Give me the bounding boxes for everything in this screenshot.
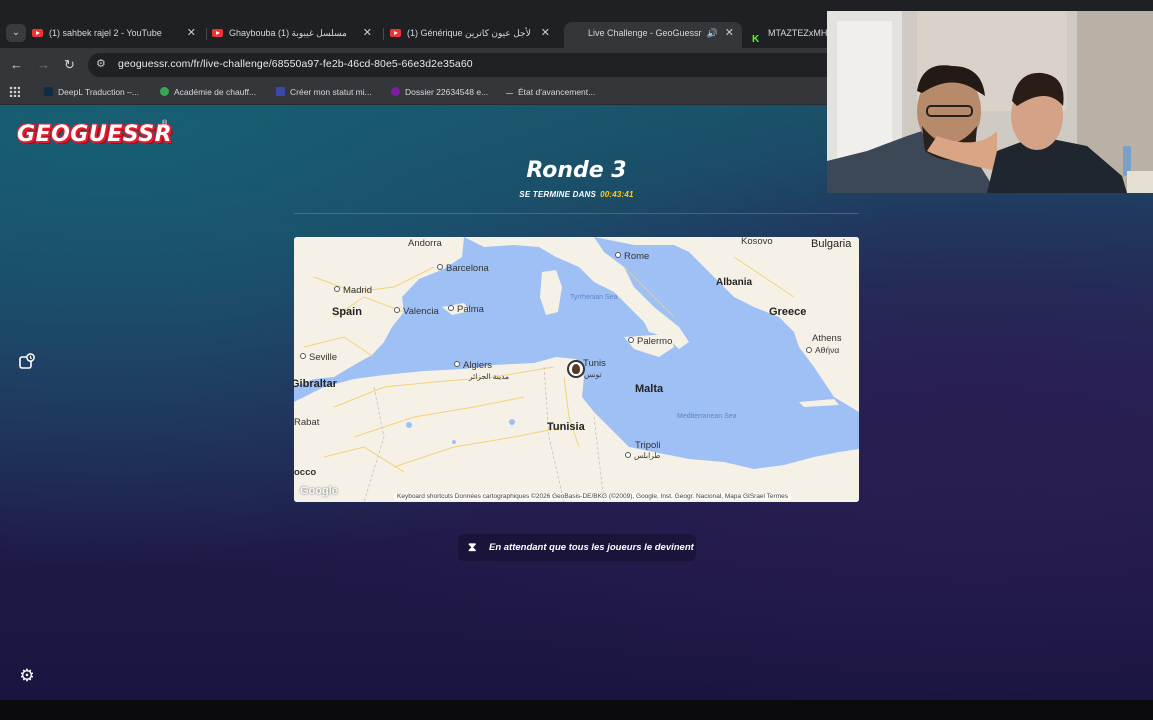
result-map[interactable]: Andorra Kosovo Bulgaria Barcelona Rome M… xyxy=(294,237,859,502)
map-label: Rome xyxy=(615,251,649,262)
map-label: مدينة الجزائر xyxy=(469,372,510,381)
map-label: Tunis xyxy=(583,358,606,369)
map-label: Αθήνα xyxy=(806,345,839,355)
bookmark-label: État d'avancement... xyxy=(518,87,596,97)
forward-icon[interactable]: → xyxy=(37,57,50,73)
taskbar-strip xyxy=(0,700,1153,720)
bookmark-etat[interactable]: État d'avancement... xyxy=(506,87,595,97)
bookmark-statut[interactable]: Créer mon statut mi... xyxy=(276,87,372,97)
bookmark-label: Académie de chauff... xyxy=(174,87,257,97)
deepl-icon xyxy=(44,87,53,97)
timer-label: SE TERMINE DANS xyxy=(519,190,597,199)
map-label: Spain xyxy=(332,306,362,318)
tab-youtube-2[interactable]: Ghaybouba مسلسل غيبوبة (1) ✕ xyxy=(212,22,380,48)
apps-grid-icon[interactable] xyxy=(9,86,20,97)
site-settings-icon[interactable]: ⚙ xyxy=(96,57,106,70)
reload-icon[interactable]: ↻ xyxy=(64,57,75,73)
close-icon[interactable]: ✕ xyxy=(725,22,734,44)
map-label: Kosovo xyxy=(741,237,773,247)
youtube-icon xyxy=(390,28,401,37)
map-label: Rabat xyxy=(294,417,320,428)
bookmark-deepl[interactable]: DeepL Traduction –... xyxy=(44,87,139,97)
map-label: occo xyxy=(294,467,317,478)
map-label: Seville xyxy=(300,352,337,363)
timer-value: 00:43:41 xyxy=(600,190,634,199)
map-label: Algiers xyxy=(454,360,492,371)
map-label: Tyrrhenian Sea xyxy=(570,294,618,301)
tab-geoguessr[interactable]: Live Challenge - GeoGuessr 🔊 ✕ xyxy=(564,22,742,48)
tab-title: (1) Générique لأجل عيون كاترين xyxy=(407,28,531,38)
registered-mark: ® xyxy=(162,120,168,127)
map-label: Greece xyxy=(769,306,807,318)
webcam-overlay xyxy=(827,11,1153,193)
bookmark-label: Dossier 22634548 e... xyxy=(405,87,489,97)
share-icon[interactable] xyxy=(16,352,38,374)
map-label: Gibraltar xyxy=(294,378,337,390)
close-icon[interactable]: ✕ xyxy=(187,22,196,44)
google-logo: Google xyxy=(300,485,338,497)
tab-title: MTAZTEZxMHI xyxy=(768,28,828,38)
youtube-icon xyxy=(212,28,223,37)
map-label: Madrid xyxy=(334,285,372,296)
close-icon[interactable]: ✕ xyxy=(541,22,550,44)
tab-search-chevron-icon[interactable]: ⌄ xyxy=(6,24,26,42)
map-label: Tripoli xyxy=(635,440,661,451)
map-attribution: Keyboard shortcuts Données cartographiqu… xyxy=(394,493,791,500)
geoguessr-logo[interactable]: GEOGUESSR xyxy=(17,122,172,147)
speaker-icon[interactable]: 🔊 xyxy=(707,22,718,44)
tab-separator xyxy=(206,28,207,40)
map-label: Palermo xyxy=(628,336,672,347)
map-label: Malta xyxy=(635,383,664,395)
tab-title: Ghaybouba مسلسل غيبوبة (1) xyxy=(229,28,347,38)
bookmark-dossier[interactable]: Dossier 22634548 e... xyxy=(391,87,488,97)
kick-icon: K xyxy=(752,33,760,45)
bookmark-label: Créer mon statut mi... xyxy=(290,87,372,97)
back-icon[interactable]: ← xyxy=(10,57,23,73)
etat-icon xyxy=(506,90,513,94)
waiting-status: ⧗ En attendant que tous les joueurs le d… xyxy=(458,534,696,561)
map-label: تونس xyxy=(584,370,602,379)
map-label: Andorra xyxy=(408,238,442,249)
tab-title: Live Challenge - GeoGuessr xyxy=(588,28,702,38)
map-label: Bulgaria xyxy=(811,238,852,250)
map-label: Albania xyxy=(716,277,753,288)
statut-icon xyxy=(276,87,285,97)
bookmark-academie[interactable]: Académie de chauff... xyxy=(160,87,256,97)
address-bar[interactable]: ⚙ geoguessr.com/fr/live-challenge/68550a… xyxy=(88,53,948,77)
map-label: Tunisia xyxy=(547,421,585,433)
map-label: Athens xyxy=(812,333,842,344)
tab-kick[interactable]: K MTAZTEZxMHI xyxy=(748,22,828,48)
close-icon[interactable]: ✕ xyxy=(363,22,372,44)
settings-gear-icon[interactable]: ⚙ xyxy=(16,665,38,687)
map-label: Barcelona xyxy=(437,263,489,274)
tab-title: (1) sahbek rajel 2 - YouTube xyxy=(49,28,162,38)
tab-youtube-3[interactable]: (1) Générique لأجل عيون كاترين ✕ xyxy=(390,22,558,48)
status-text: En attendant que tous les joueurs le dev… xyxy=(489,542,694,553)
player-guess-marker[interactable] xyxy=(567,360,585,378)
hourglass-icon: ⧗ xyxy=(468,540,477,554)
url-text: geoguessr.com/fr/live-challenge/68550a97… xyxy=(118,58,473,70)
dossier-icon xyxy=(391,87,400,97)
tab-separator xyxy=(383,28,384,40)
bookmark-label: DeepL Traduction –... xyxy=(58,87,139,97)
youtube-icon xyxy=(32,28,43,37)
map-label: Palma xyxy=(448,304,484,315)
header-divider xyxy=(294,213,859,214)
map-label: طرابلس xyxy=(625,451,660,460)
academie-icon xyxy=(160,87,169,97)
map-label: Valencia xyxy=(394,306,439,317)
map-label: Mediterranean Sea xyxy=(677,413,737,420)
tab-youtube-1[interactable]: (1) sahbek rajel 2 - YouTube ✕ xyxy=(32,22,204,48)
